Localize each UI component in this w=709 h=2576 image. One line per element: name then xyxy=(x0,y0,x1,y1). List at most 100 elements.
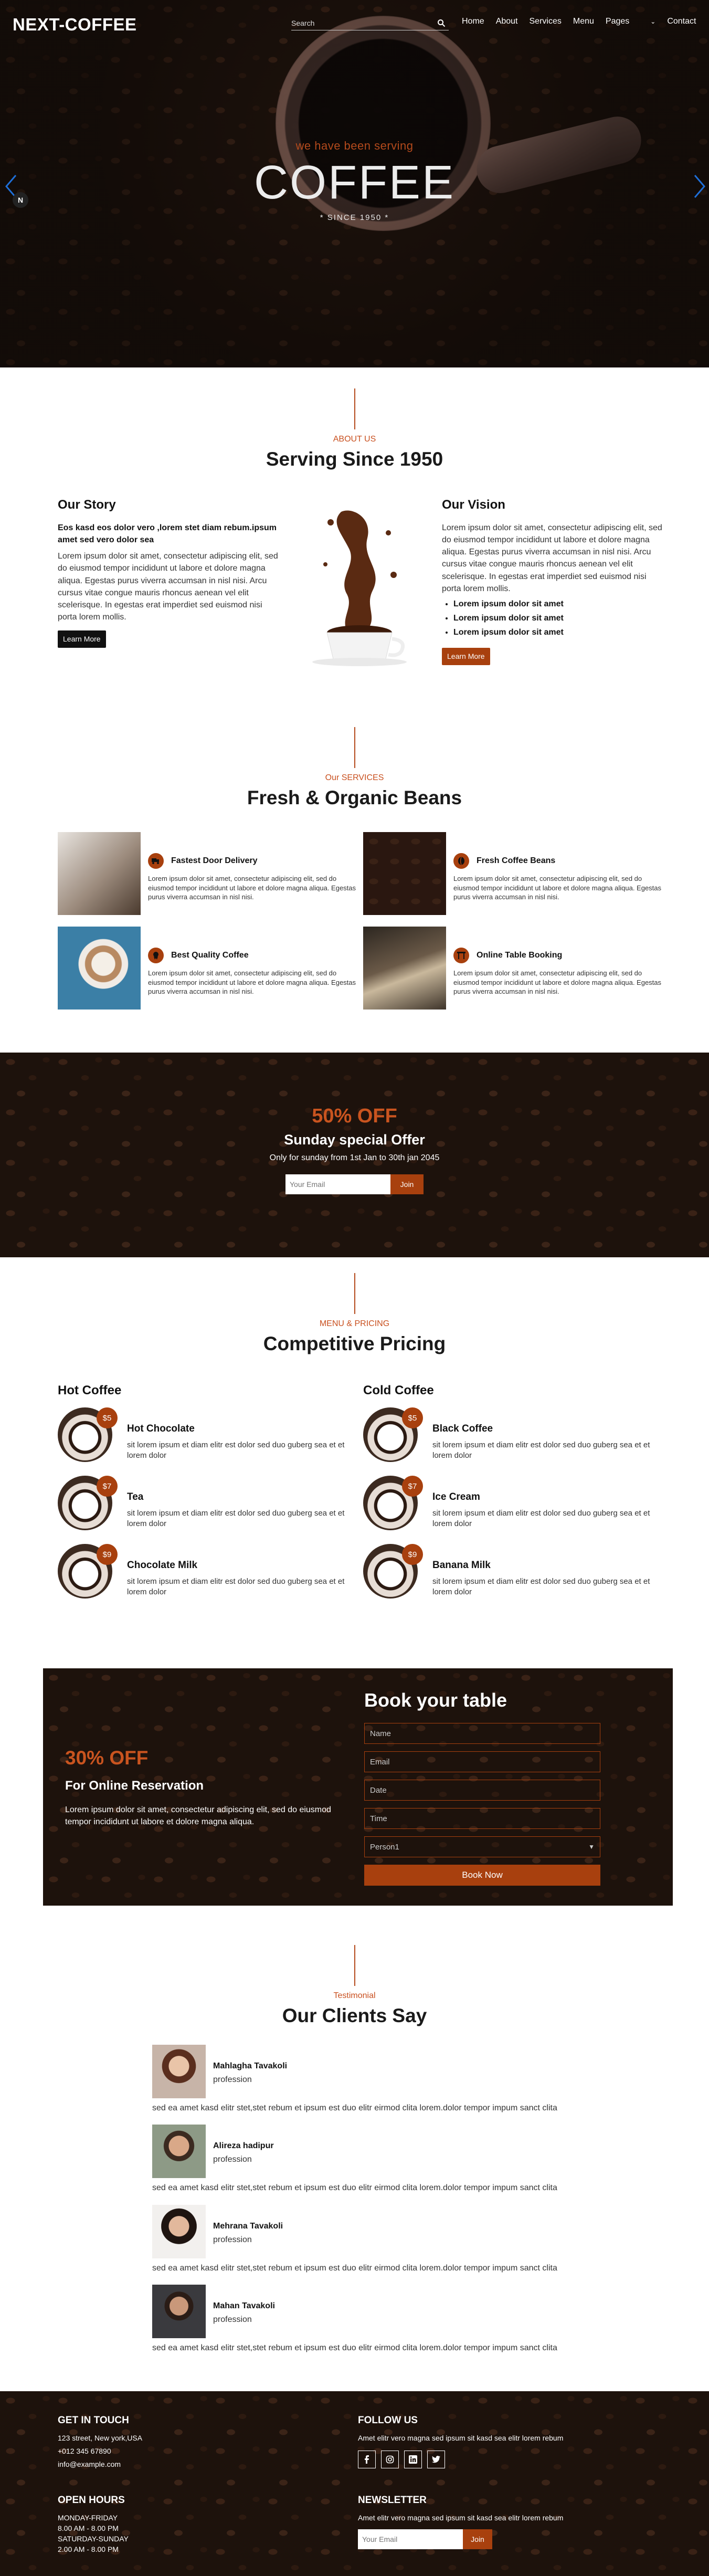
service-text: Lorem ipsum dolor sit amet, consectetur … xyxy=(453,875,662,901)
price-badge: $7 xyxy=(402,1476,423,1497)
client-name: Alireza hadipur xyxy=(213,2141,274,2150)
nav-link-services[interactable]: Services xyxy=(530,17,562,26)
client-profession: profession xyxy=(213,2315,252,2324)
story-heading: Our Story xyxy=(58,498,116,512)
client-name: Mahan Tavakoli xyxy=(213,2301,275,2310)
hours-line: 2.00 AM - 8.00 PM xyxy=(58,2545,119,2553)
hours-line: 8.00 AM - 8.00 PM xyxy=(58,2524,119,2532)
bean-icon xyxy=(453,853,469,869)
hot-coffee-menu: Hot Coffee $5 Hot Chocolate sit lorem ip… xyxy=(58,1383,359,1612)
service-title: Fastest Door Delivery xyxy=(171,856,258,865)
hero-subtitle: we have been serving xyxy=(295,139,414,152)
avatar xyxy=(152,2125,206,2178)
search-icon[interactable] xyxy=(437,19,446,30)
date-field[interactable]: Date xyxy=(364,1780,600,1801)
award-icon xyxy=(148,948,164,963)
booking-subtitle: For Online Reservation xyxy=(65,1779,204,1793)
menu-item-desc: sit lorem ipsum et diam elitr est dolor … xyxy=(432,1509,650,1529)
offer-email-input[interactable] xyxy=(285,1174,390,1194)
menu-item: $5 Black Coffee sit lorem ipsum et diam … xyxy=(363,1407,665,1464)
section-eyebrow: ABOUT US xyxy=(333,435,376,444)
menu-item: $5 Hot Chocolate sit lorem ipsum et diam… xyxy=(58,1407,359,1464)
menu-item: $7 Tea sit lorem ipsum et diam elitr est… xyxy=(58,1476,359,1532)
vision-heading: Our Vision xyxy=(442,498,505,512)
carousel-control-button[interactable]: N xyxy=(13,192,28,208)
site-logo[interactable]: NEXT-COFFEE xyxy=(13,15,137,35)
service-image xyxy=(58,832,141,915)
time-field[interactable]: Time xyxy=(364,1808,600,1829)
client-profession: profession xyxy=(213,2155,252,2164)
footer-follow-text: Amet elitr vero magna sed ipsum sit kasd… xyxy=(358,2434,564,2442)
menu-item-name: Black Coffee xyxy=(432,1423,493,1434)
offer-form: Join xyxy=(0,1174,709,1194)
service-text: Lorem ipsum dolor sit amet, consectetur … xyxy=(453,969,662,996)
navbar: NEXT-COFFEE Home About Services Menu Pag… xyxy=(0,0,709,47)
section-eyebrow: MENU & PRICING xyxy=(319,1319,390,1328)
menu-item-desc: sit lorem ipsum et diam elitr est dolor … xyxy=(432,1577,650,1597)
list-item: Lorem ipsum dolor sit amet xyxy=(453,612,662,624)
footer-contact: GET IN TOUCH 123 street, New york,USA +0… xyxy=(58,2415,142,2473)
price-badge: $5 xyxy=(97,1407,118,1428)
name-field[interactable]: Name xyxy=(364,1723,600,1744)
hours-line: MONDAY-FRIDAY xyxy=(58,2514,118,2522)
email-field[interactable]: Email xyxy=(364,1751,600,1772)
person-select[interactable]: Person1 ▼ xyxy=(364,1836,600,1857)
service-card: Fastest Door Delivery Lorem ipsum dolor … xyxy=(58,832,359,915)
offer-section: 50% OFF Sunday special Offer Only for su… xyxy=(0,1053,709,1257)
footer-follow: FOLLOW US Amet elitr vero magna sed ipsu… xyxy=(358,2415,578,2468)
menu-item-desc: sit lorem ipsum et diam elitr est dolor … xyxy=(127,1509,345,1529)
section-eyebrow: Our SERVICES xyxy=(325,773,384,782)
twitter-icon[interactable] xyxy=(427,2451,445,2468)
nav-link-menu[interactable]: Menu xyxy=(573,17,594,26)
service-image xyxy=(363,927,446,1010)
offer-title: Sunday special Offer xyxy=(284,1132,425,1148)
hero-since: * SINCE 1950 * xyxy=(320,213,389,222)
page: NEXT-COFFEE Home About Services Menu Pag… xyxy=(0,0,709,2576)
booking-text: Lorem ipsum dolor sit amet, consectetur … xyxy=(65,1805,331,1827)
facebook-icon[interactable] xyxy=(358,2451,376,2468)
menu-item-desc: sit lorem ipsum et diam elitr est dolor … xyxy=(127,1441,345,1460)
vision-body: Lorem ipsum dolor sit amet, consectetur … xyxy=(442,523,662,593)
testimonial-item: Mehrana Tavakoli profession sed ea amet … xyxy=(152,2205,572,2278)
client-quote: sed ea amet kasd elitr stet,stet rebum e… xyxy=(152,2183,557,2192)
price-badge: $7 xyxy=(97,1476,118,1497)
newsletter-form: Join xyxy=(358,2529,578,2549)
service-title: Fresh Coffee Beans xyxy=(477,856,556,865)
story-lead: Eos kasd eos dolor vero ,lorem stet diam… xyxy=(58,523,277,544)
section-title: Serving Since 1950 xyxy=(266,448,443,470)
footer-heading: FOLLOW US xyxy=(358,2415,418,2426)
offer-join-button[interactable]: Join xyxy=(390,1174,424,1194)
newsletter-join-button[interactable]: Join xyxy=(463,2529,492,2549)
nav-link-home[interactable]: Home xyxy=(462,17,484,26)
instagram-icon[interactable] xyxy=(381,2451,399,2468)
booking-heading: Book your table xyxy=(364,1689,507,1711)
linkedin-icon[interactable] xyxy=(404,2451,422,2468)
client-profession: profession xyxy=(213,2075,252,2084)
newsletter-email-input[interactable] xyxy=(358,2529,463,2549)
nav-dropdown-pages[interactable]: Pages ⌄ xyxy=(606,17,655,26)
nav-link-contact[interactable]: Contact xyxy=(667,17,696,26)
service-card: Online Table Booking Lorem ipsum dolor s… xyxy=(363,927,665,1010)
book-now-button[interactable]: Book Now xyxy=(364,1865,600,1886)
search-bar xyxy=(291,17,449,30)
hero-section: NEXT-COFFEE Home About Services Menu Pag… xyxy=(0,0,709,367)
carousel-next-icon[interactable] xyxy=(693,173,706,199)
hero-text: we have been serving COFFEE * SINCE 1950… xyxy=(0,139,709,222)
vision-learn-more-button[interactable]: Learn More xyxy=(442,648,490,665)
chevron-down-icon: ▼ xyxy=(588,1843,595,1850)
client-quote: sed ea amet kasd elitr stet,stet rebum e… xyxy=(152,2343,557,2352)
search-input[interactable] xyxy=(291,17,428,29)
story-body: Lorem ipsum dolor sit amet, consectetur … xyxy=(58,552,278,622)
testimonials-header: Testimonial Our Clients Say xyxy=(0,1945,709,2027)
section-eyebrow: Testimonial xyxy=(333,1991,376,2000)
list-item: Lorem ipsum dolor sit amet xyxy=(453,626,662,638)
our-story: Our Story Eos kasd eos dolor vero ,lorem… xyxy=(58,496,278,648)
story-learn-more-button[interactable]: Learn More xyxy=(58,630,106,648)
booking-section: 30% OFF For Online Reservation Lorem ips… xyxy=(43,1668,673,1906)
service-title: Best Quality Coffee xyxy=(171,951,249,960)
menu-item: $9 Chocolate Milk sit lorem ipsum et dia… xyxy=(58,1544,359,1601)
about-header: ABOUT US Serving Since 1950 xyxy=(0,388,709,470)
nav-link-about[interactable]: About xyxy=(496,17,518,26)
hours-line: SATURDAY-SUNDAY xyxy=(58,2535,129,2543)
footer-email[interactable]: info@example.com xyxy=(58,2460,142,2468)
